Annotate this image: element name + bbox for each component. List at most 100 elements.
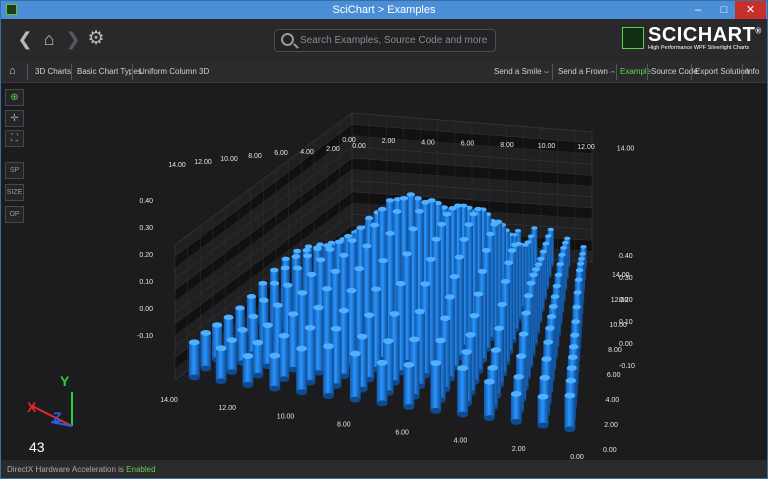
column-cap [365,215,374,221]
send-smile-button[interactable]: Send a Smile ⌣ [494,67,549,77]
column-cap [385,198,395,203]
column-cap [457,365,468,372]
search-input[interactable]: Search Examples, Source Code and more ..… [274,29,496,67]
column-cap [354,266,364,272]
column-cap [564,236,571,241]
column-base [537,422,549,429]
gear-icon[interactable]: ⚙ [84,27,108,51]
column-body [252,342,264,376]
column-bar [200,329,211,372]
maximize-button[interactable]: □ [711,1,737,19]
zoom-icon[interactable]: ⊕ [5,89,24,106]
column-cap [469,312,480,319]
column-cap [242,353,254,359]
z-tick-label: 12.00 [611,297,629,304]
column-cap [270,267,279,273]
send-frown-button[interactable]: Send a Frown ⌢ [558,67,615,77]
top-z-tick-label: 0.00 [342,137,356,144]
column-cap [316,257,326,263]
column-body [430,363,442,411]
column-cap [531,267,541,272]
column-cap [575,268,584,273]
column-bar [564,392,576,433]
app-window: SciChart > Examples – □ ✕ ❮ ⌂ ❯ ⚙ Search… [0,0,768,479]
column-cap [572,304,581,310]
minimize-button[interactable]: – [685,1,711,19]
title-bar: SciChart > Examples – □ ✕ [1,1,767,19]
column-cap [399,195,409,201]
column-body [296,348,308,393]
column-cap [395,280,406,287]
search-icon [281,33,294,46]
column-cap [539,374,551,381]
column-body [188,342,200,378]
column-cap [580,245,587,249]
column-cap [339,252,349,258]
column-cap [442,211,452,217]
column-body [510,393,522,422]
breadcrumb-item[interactable]: 3D Charts [35,67,71,76]
y-tick-label: -0.10 [137,333,153,340]
column-cap [291,254,301,259]
column-body [269,355,281,389]
column-base [376,400,388,407]
column-base [403,404,415,411]
x-tick-label: 12.00 [219,405,237,412]
column-cap [510,390,522,397]
column-cap [448,206,457,211]
y-tick-right-label: -0.10 [619,363,635,370]
app-header: ❮ ⌂ ❯ ⚙ Search Examples, Source Code and… [1,19,767,67]
column-body [323,346,334,396]
home-icon[interactable]: ⌂ [37,27,61,51]
chart-svg[interactable]: -0.100.000.100.200.300.40-0.100.000.100.… [27,84,767,461]
z-tick-label: 8.00 [608,347,622,354]
column-cap [523,293,534,299]
column-cap [539,249,547,254]
size-button[interactable]: SIZE [5,184,24,201]
chart-surface-3d[interactable]: -0.10 0.00 0.10 0.20 0.30 0.40 -0.10 0.00 0.10 0.… [27,84,767,461]
status-enabled: Enabled [126,465,156,474]
breadcrumb-item[interactable]: Uniform Column 3D [139,67,209,76]
column-cap [215,345,227,352]
top-z-tick-label: 14.00 [617,145,635,152]
column-cap [497,301,508,308]
column-cap [385,230,395,236]
column-cap [570,332,580,338]
column-cap [556,262,565,267]
column-cap [542,241,550,246]
column-cap [323,343,334,350]
pan-icon[interactable]: ✛ [5,110,24,127]
column-bar [215,345,227,385]
column-cap [235,305,245,311]
y-tick-right-label: 0.40 [619,253,633,260]
home-icon[interactable]: ⌂ [9,65,16,77]
y-tick-label: 0.30 [139,225,153,232]
column-cap [449,273,460,280]
back-icon[interactable]: ❮ [13,27,37,51]
top-x-tick-label: 12.00 [194,159,212,166]
column-cap [579,252,586,256]
y-tick-label: 0.10 [139,279,153,286]
column-cap [537,256,545,261]
column-cap [188,339,200,346]
column-cap [303,253,312,259]
op-button[interactable]: OP [5,206,24,223]
forward-icon[interactable]: ❯ [61,27,85,51]
column-cap [486,231,495,237]
column-cap [507,248,517,253]
y-tick-label: 0.40 [139,198,153,205]
top-x-tick-label: 6.00 [274,150,288,157]
column-cap [527,234,535,238]
top-x-tick-label: 0.00 [352,143,366,150]
column-cap [297,290,308,296]
column-body [278,335,290,380]
zoom-extents-icon[interactable]: ⛶ [5,130,24,147]
sp-button[interactable]: SP [5,162,24,179]
info-button[interactable]: Info [746,67,759,76]
column-cap [347,238,357,243]
column-cap [269,352,281,359]
column-cap [414,308,425,315]
column-bar [376,359,388,407]
close-button[interactable]: ✕ [735,1,766,19]
column-bar [510,390,522,425]
